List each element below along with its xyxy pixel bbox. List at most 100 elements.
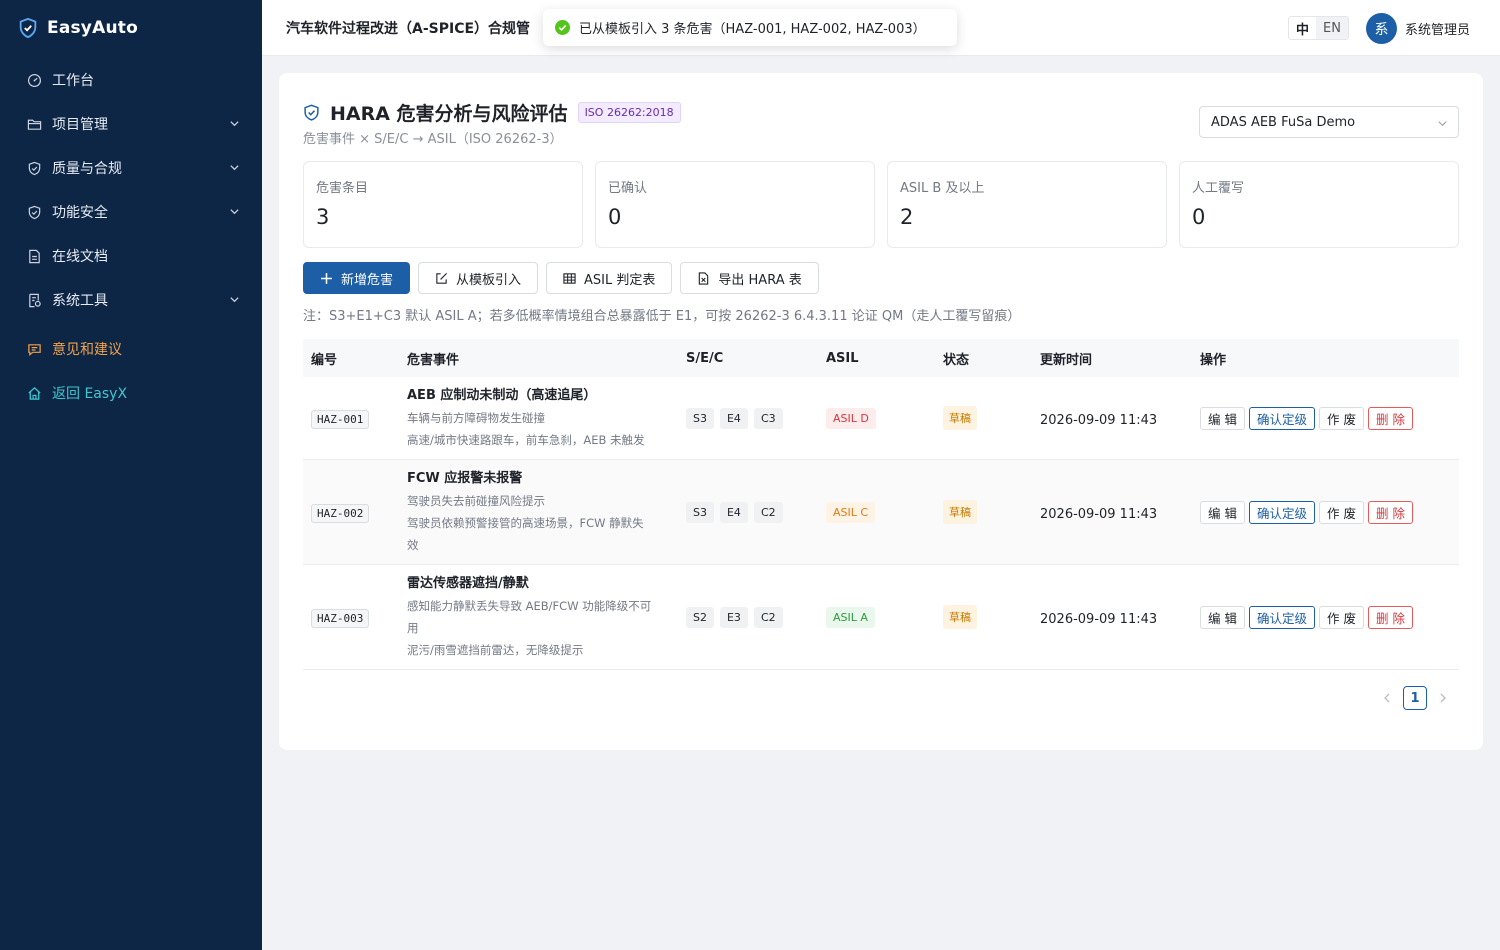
confirm-rating-button[interactable]: 确认定级 [1248,500,1315,524]
table-row: HAZ-003 雷达传感器遮挡/静默 感知能力静默丢失导致 AEB/FCW 功能… [303,565,1459,670]
sidebar-item-quality[interactable]: 质量与合规 [0,146,262,190]
controllability-tag: C2 [753,606,783,628]
stat-confirmed: 已确认 0 [595,161,875,248]
page-subtitle: 危害事件 × S/E/C → ASIL（ISO 26262-3） [303,132,563,147]
app-title: 汽车软件过程改进（A-SPICE）合规管 [286,21,531,37]
sidebar-item-label: 质量与合规 [52,161,122,177]
home-icon [28,386,41,400]
brand[interactable]: EasyAuto [0,0,262,56]
page-number-current[interactable]: 1 [1403,686,1427,710]
import-template-button[interactable]: 从模板引入 [418,262,539,294]
sidebar-item-label: 工作台 [52,73,94,89]
table-row: HAZ-001 AEB 应制动未制动（高速追尾） 车辆与前方障碍物发生碰撞 高速… [303,377,1459,460]
document-icon [29,249,40,263]
hazard-event: AEB 应制动未制动（高速追尾） 车辆与前方障碍物发生碰撞 高速/城市快速路跟车… [391,385,676,451]
username[interactable]: 系统管理员 [1405,19,1470,38]
add-hazard-button[interactable]: 新增危害 [303,262,411,294]
chevron-down-icon [230,121,239,127]
sidebar: EasyAuto 工作台 项目管理 质量与合规 功能安全 在线文档 系统工具 意… [0,0,262,950]
hazard-title: 雷达传感器遮挡/静默 [407,576,529,591]
hara-table: 编号 危害事件 S/E/C ASIL 状态 更新时间 操作 HAZ-001 AE… [303,339,1459,670]
void-button[interactable]: 作 废 [1319,406,1364,430]
stat-value: 0 [608,205,622,229]
hazard-description: 感知能力静默丢失导致 AEB/FCW 功能降级不可 [407,599,652,613]
void-button[interactable]: 作 废 [1319,605,1364,629]
confirm-rating-button[interactable]: 确认定级 [1248,406,1315,430]
asil-badge: ASIL D [826,408,876,429]
stat-manual-override: 人工覆写 0 [1179,161,1459,248]
sidebar-item-label: 意见和建议 [52,342,122,358]
delete-button[interactable]: 删 除 [1367,605,1413,629]
hazard-event: 雷达传感器遮挡/静默 感知能力静默丢失导致 AEB/FCW 功能降级不可 用 泥… [391,573,676,661]
asil-table-button[interactable]: ASIL 判定表 [546,262,673,294]
shield-check-icon [28,205,41,219]
chevron-left-icon[interactable] [1381,692,1393,704]
edit-button[interactable]: 编 辑 [1200,605,1245,629]
sidebar-item-label: 返回 EasyX [52,386,128,402]
chevron-down-icon [1438,121,1447,127]
hazard-title: FCW 应报警未报警 [407,471,523,486]
stat-value: 3 [316,205,330,229]
sidebar-item-docs[interactable]: 在线文档 [0,234,262,278]
brand-name: EasyAuto [47,18,138,38]
sidebar-item-label: 系统工具 [52,293,108,309]
stat-value: 0 [1192,205,1206,229]
sidebar-item-functional-safety[interactable]: 功能安全 [0,190,262,234]
lang-zh-option[interactable]: 中 [1289,17,1317,39]
hazard-scenario-cont: 效 [407,538,419,552]
edit-button[interactable]: 编 辑 [1200,406,1245,430]
status-badge: 草稿 [943,500,977,524]
delete-button[interactable]: 删 除 [1367,406,1413,430]
edit-button[interactable]: 编 辑 [1200,500,1245,524]
sidebar-item-label: 项目管理 [52,117,108,133]
exposure-tag: E3 [719,606,748,628]
sidebar-item-back-easyx[interactable]: 返回 EasyX [0,371,262,415]
hazard-title: AEB 应制动未制动（高速追尾） [407,388,597,403]
export-hara-label: 导出 HARA 表 [718,272,802,288]
sidebar-item-feedback[interactable]: 意见和建议 [0,327,262,371]
header-asil: ASIL [826,350,859,366]
language-switch: 中 EN [1288,16,1349,40]
chevron-down-icon [230,209,239,215]
project-select-value: ADAS AEB FuSa Demo [1211,114,1356,130]
delete-button[interactable]: 删 除 [1367,500,1413,524]
page-title-row: HARA 危害分析与风险评估 ISO 26262:2018 [303,99,681,126]
sidebar-item-tools[interactable]: 系统工具 [0,278,262,322]
page-title: HARA 危害分析与风险评估 [330,103,568,125]
hazard-id: HAZ-002 [311,503,370,523]
chevron-right-icon[interactable] [1437,692,1449,704]
stat-hazard-count: 危害条目 3 [303,161,583,248]
export-file-icon [699,271,709,285]
project-select[interactable]: ADAS AEB FuSa Demo [1199,106,1459,138]
asil-table-label: ASIL 判定表 [584,272,656,288]
stat-value: 2 [900,205,914,229]
check-circle-icon [555,20,570,35]
hazard-scenario: 驾驶员依赖预警接管的高速场景，FCW 静默失 [407,516,644,530]
lang-en-option[interactable]: EN [1316,17,1348,39]
confirm-rating-button[interactable]: 确认定级 [1248,605,1315,629]
header-ops: 操作 [1200,352,1227,368]
updated-time: 2026-09-09 11:43 [1040,611,1158,627]
void-button[interactable]: 作 废 [1319,500,1364,524]
controllability-tag: C3 [753,407,783,429]
tools-icon [29,293,41,307]
shield-logo-icon [19,17,37,39]
avatar[interactable]: 系 [1366,13,1397,44]
hazard-id: HAZ-001 [311,409,370,429]
toast-message: 已从模板引入 3 条危害（HAZ-001, HAZ-002, HAZ-003） [579,22,926,37]
stat-label: 危害条目 [316,181,369,196]
sidebar-item-label: 功能安全 [52,205,108,221]
dashboard-icon [27,73,42,87]
severity-tag: S3 [686,501,714,523]
sidebar-item-dashboard[interactable]: 工作台 [0,58,262,102]
export-hara-button[interactable]: 导出 HARA 表 [680,262,819,294]
severity-tag: S2 [686,606,714,628]
hazard-description: 车辆与前方障碍物发生碰撞 [407,411,545,425]
toolbar: 新增危害 从模板引入 ASIL 判定表 导出 HARA 表 [303,262,819,294]
controllability-tag: C2 [753,501,783,523]
chat-bubble-icon [28,343,41,356]
sidebar-item-projects[interactable]: 项目管理 [0,102,262,146]
sidebar-nav: 工作台 项目管理 质量与合规 功能安全 在线文档 系统工具 意见和建议 返回 E… [0,58,262,415]
header-status: 状态 [943,352,970,368]
status-badge: 草稿 [943,605,977,629]
